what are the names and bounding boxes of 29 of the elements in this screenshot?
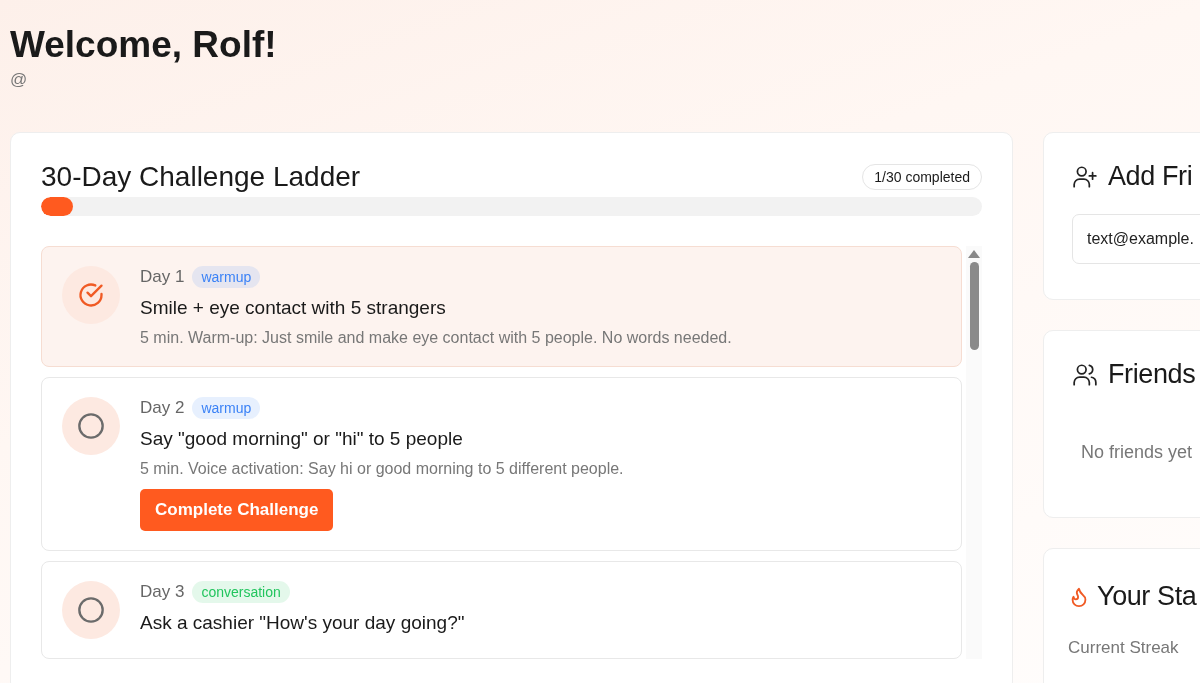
scroll-up-icon[interactable]: [968, 250, 980, 258]
card-title: Your Sta: [1097, 581, 1197, 612]
category-tag: conversation: [192, 581, 290, 603]
card-title: Add Fri: [1108, 161, 1193, 192]
complete-button[interactable]: Complete Challenge: [140, 489, 334, 531]
challenge-title: Ask a cashier "How's your day going?": [140, 612, 465, 634]
card-title: 30-Day Challenge Ladder: [41, 161, 361, 193]
challenge-description: 5 min. Voice activation: Say hi or good morning to 5 different people.: [140, 460, 624, 478]
users-icon: [1072, 361, 1098, 388]
challenge-title: Say "good morning" or "hi" to 5 people: [140, 428, 463, 450]
empty-circle-icon: [77, 412, 105, 440]
challenge-title: Smile + eye contact with 5 strangers: [140, 297, 446, 319]
day-label: Day 3: [140, 582, 185, 602]
empty-circle-icon: [77, 596, 105, 624]
add-user-icon: [1072, 163, 1098, 190]
stat-label: Current Streak: [1068, 638, 1180, 658]
email-field[interactable]: text@example.: [1072, 214, 1200, 264]
check-circle-icon: [77, 281, 105, 309]
challenge-description: 5 min. Warm-up: Just smile and make eye contact with 5 people. No words needed.: [140, 329, 732, 347]
empty-message: No friends yet: [1080, 442, 1194, 463]
category-tag: warmup: [192, 397, 261, 419]
day-label: Day 2: [140, 398, 185, 418]
scrollbar[interactable]: [966, 246, 982, 659]
user-handle: @: [10, 70, 29, 90]
category-tag: warmup: [192, 266, 261, 288]
card-title: Friends: [1108, 359, 1196, 390]
day-label: Day 1: [140, 267, 185, 287]
scroll-thumb[interactable]: [969, 262, 979, 350]
welcome-title: Welcome, Rolf!: [10, 23, 278, 67]
